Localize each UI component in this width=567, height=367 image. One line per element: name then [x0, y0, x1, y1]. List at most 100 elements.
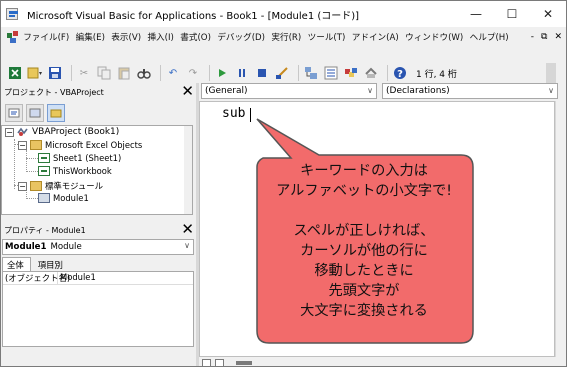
bottom-strip — [1, 349, 197, 366]
menu-tools[interactable]: ツール(T) — [304, 31, 348, 43]
callout-line: 移動したときに — [314, 263, 414, 279]
properties-pane-title: プロパティ - Module1 — [4, 225, 86, 235]
chevron-down-icon: ∨ — [548, 86, 554, 95]
tree-label-excel-objects: Microsoft Excel Objects — [45, 140, 143, 150]
project-explorer-icon[interactable] — [303, 65, 319, 81]
project-pane-close-button[interactable]: ✕ — [181, 84, 194, 99]
object-combo-value: (General) — [205, 86, 248, 96]
close-button[interactable]: ✕ — [530, 1, 566, 27]
toggle-folders-button[interactable] — [47, 104, 65, 122]
callout-line: 大文字に変換される — [300, 303, 428, 319]
toolbar-separator — [160, 65, 161, 81]
procedure-combo[interactable]: (Declarations) ∨ — [382, 83, 558, 99]
tree-node-thisworkbook[interactable]: ThisWorkbook — [38, 166, 112, 176]
scroll-thumb[interactable] — [236, 360, 252, 365]
code-vertical-scrollbar[interactable] — [555, 101, 566, 357]
toolbar-separator — [209, 65, 210, 81]
collapse-toggle-icon[interactable]: − — [5, 127, 14, 137]
excel-icon[interactable] — [7, 65, 23, 81]
title-bar: Microsoft Visual Basic for Applications … — [1, 1, 566, 27]
menu-file[interactable]: ファイル(F) — [20, 31, 72, 43]
object-combo[interactable]: (General) ∨ — [201, 83, 377, 99]
mdi-minimize-button[interactable]: - — [531, 32, 534, 42]
insert-module-icon[interactable] — [27, 65, 43, 81]
copy-icon[interactable] — [96, 65, 112, 81]
property-row[interactable]: (オブジェクト名) Module1 — [3, 272, 193, 285]
toolbar-separator — [298, 65, 299, 81]
view-object-button[interactable] — [26, 104, 44, 122]
worksheet-icon — [38, 153, 50, 163]
undo-icon[interactable]: ↶ — [165, 65, 181, 81]
callout-line: カーソルが他の行に — [300, 243, 428, 259]
menu-view[interactable]: 表示(V) — [108, 31, 144, 43]
window-controls: — ☐ ✕ — [458, 1, 566, 27]
folder-icon — [30, 140, 42, 150]
mdi-close-button[interactable]: ✕ — [554, 32, 562, 42]
tree-node-modules-folder[interactable]: − 標準モジュール — [18, 180, 103, 192]
code-text[interactable]: sub — [222, 106, 245, 121]
text-cursor — [250, 108, 251, 122]
tree-label-vbaproject: VBAProject (Book1) — [32, 127, 120, 137]
save-icon[interactable] — [47, 65, 63, 81]
tree-label-modules-folder: 標準モジュール — [45, 181, 104, 191]
vbe-window: Microsoft Visual Basic for Applications … — [0, 0, 567, 367]
paste-icon[interactable] — [116, 65, 132, 81]
collapse-toggle-icon[interactable]: − — [18, 181, 27, 191]
full-module-view-button[interactable] — [215, 358, 224, 366]
tab-categorized[interactable]: 項目別 — [32, 257, 70, 271]
tree-node-excel-objects[interactable]: − Microsoft Excel Objects — [18, 140, 142, 150]
toolbar-separator — [71, 65, 72, 81]
callout-line: 先頭文字が — [328, 283, 400, 299]
design-mode-icon[interactable] — [274, 65, 290, 81]
property-value[interactable]: Module1 — [58, 272, 96, 284]
tree-label-sheet1: Sheet1 (Sheet1) — [53, 153, 122, 163]
menu-edit[interactable]: 編集(E) — [72, 31, 108, 43]
menu-insert[interactable]: 挿入(I) — [144, 31, 177, 43]
object-browser-icon[interactable] — [343, 65, 359, 81]
properties-pane-close-button[interactable]: ✕ — [181, 222, 194, 237]
callout-line — [261, 201, 467, 221]
tree-node-vbaproject[interactable]: − VBAProject (Book1) — [5, 127, 119, 137]
vbaproject-icon — [17, 127, 29, 137]
project-toolbar — [1, 101, 197, 125]
procedure-view-button[interactable] — [202, 358, 211, 366]
properties-pane-header: プロパティ - Module1 ✕ — [1, 221, 197, 239]
mdi-restore-button[interactable]: ⧉ — [541, 32, 547, 42]
menu-help[interactable]: ヘルプ(H) — [466, 31, 511, 43]
cut-icon[interactable]: ✂ — [76, 65, 92, 81]
tree-node-module1[interactable]: Module1 — [38, 193, 89, 203]
properties-object-combo[interactable]: Module1 Module ∨ — [2, 239, 194, 255]
properties-icon[interactable] — [323, 65, 339, 81]
view-code-button[interactable] — [5, 104, 23, 122]
module-icon — [38, 193, 50, 203]
chevron-down-icon: ∨ — [184, 241, 190, 250]
redo-icon[interactable]: ↷ — [185, 65, 201, 81]
properties-object-name: Module1 — [5, 242, 47, 252]
callout-line: スペルが正しければ、 — [293, 223, 435, 239]
maximize-button[interactable]: ☐ — [494, 1, 530, 27]
menu-run[interactable]: 実行(R) — [268, 31, 304, 43]
break-icon[interactable] — [234, 65, 250, 81]
reset-icon[interactable] — [254, 65, 270, 81]
collapse-toggle-icon[interactable]: − — [18, 140, 27, 150]
toolbox-icon[interactable] — [363, 65, 379, 81]
vba-menu-icon[interactable] — [6, 30, 20, 44]
properties-grid: (オブジェクト名) Module1 — [2, 271, 194, 347]
menu-addins[interactable]: アドイン(A) — [349, 31, 402, 43]
menu-window[interactable]: ウィンドウ(W) — [402, 31, 467, 43]
cursor-position: 1 行, 4 桁 — [416, 69, 457, 80]
help-icon[interactable]: ? — [392, 65, 408, 81]
code-horizontal-scrollbar[interactable] — [199, 357, 566, 366]
tree-scrollbar[interactable] — [184, 126, 192, 214]
svg-text:?: ? — [397, 69, 403, 80]
toolbar-options-button[interactable] — [546, 63, 556, 83]
procedure-combo-value: (Declarations) — [386, 86, 450, 96]
tab-alphabetic[interactable]: 全体 — [2, 257, 31, 271]
menu-format[interactable]: 書式(O) — [177, 31, 214, 43]
minimize-button[interactable]: — — [458, 1, 494, 27]
menu-debug[interactable]: デバッグ(D) — [214, 31, 268, 43]
tree-node-sheet1[interactable]: Sheet1 (Sheet1) — [38, 153, 121, 163]
find-icon[interactable] — [136, 65, 152, 81]
project-tree: − VBAProject (Book1) − Microsoft Excel O… — [1, 125, 193, 215]
run-icon[interactable] — [214, 65, 230, 81]
